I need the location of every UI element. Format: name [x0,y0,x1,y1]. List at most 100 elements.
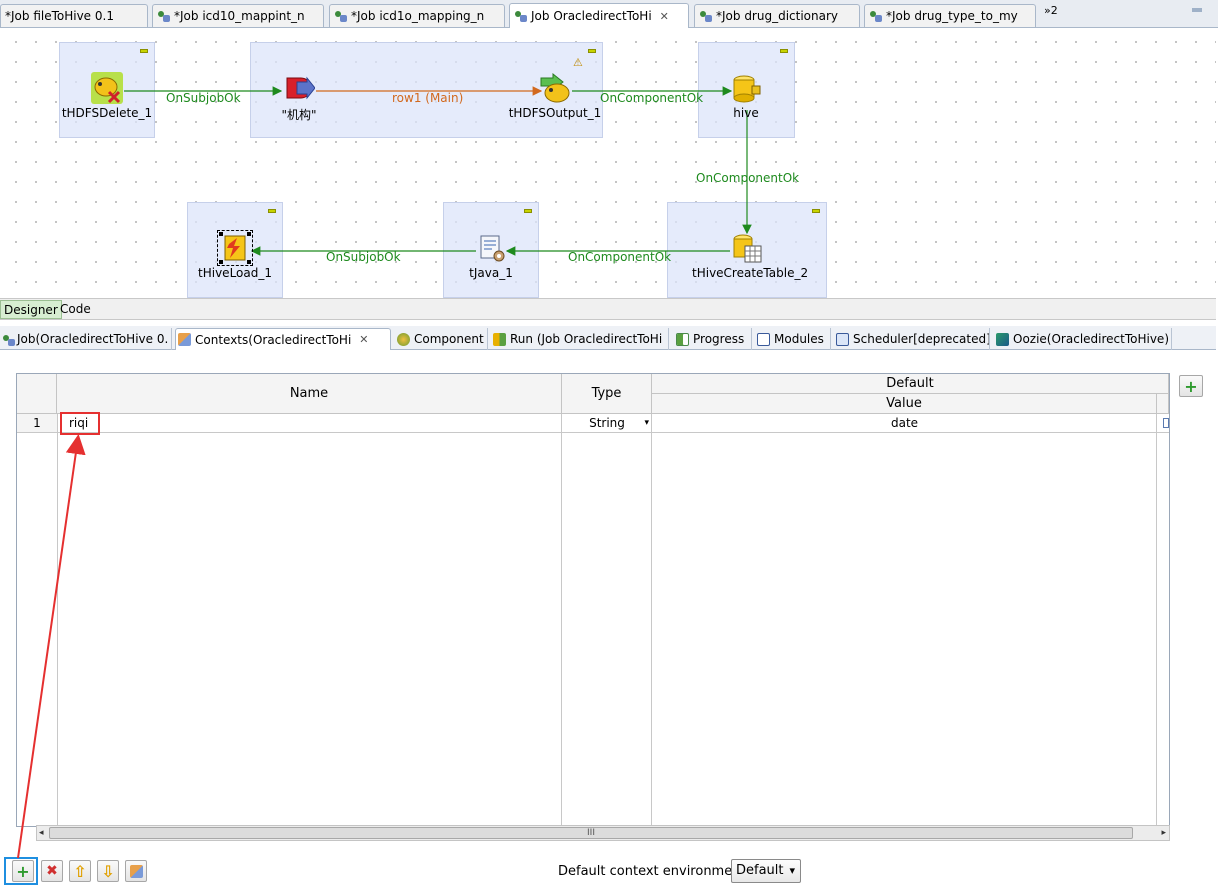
default-context-environment-label: Default context environment [558,864,746,879]
editor-tab-icd1o-mapping[interactable]: *Job icd1o_mapping_n [329,4,505,27]
move-up-button[interactable]: ⇧ [69,860,91,882]
contexts-icon [178,333,191,346]
remove-context-button[interactable]: ✖ [41,860,63,882]
component-label: tHDFSOutput_1 [508,106,602,120]
tab-job-view[interactable]: Job(OracledirectToHive 0. [0,328,172,350]
hive-create-table-icon [731,232,763,264]
tab-oozie-view[interactable]: Oozie(OracledirectToHive) [994,328,1172,350]
column-header-name[interactable]: Name [57,374,562,414]
progress-icon [676,332,689,346]
editor-tab-label: *Job drug_type_to_my [886,9,1018,23]
editor-tab-drug-type-to-my[interactable]: *Job drug_type_to_my [864,4,1036,27]
designer-canvas[interactable]: OnSubjobOk row1 (Main) OnComponentOk OnC… [0,28,1216,298]
component-label: tHDFSDelete_1 [61,106,153,120]
minimize-icon[interactable] [1192,8,1202,12]
manage-contexts-button[interactable] [125,860,147,882]
database-input-icon [283,72,316,104]
view-tab-label: Oozie(OracledirectToHive) [1013,332,1169,346]
run-icon [493,332,506,346]
editor-tab-label: *Job fileToHive 0.1 [5,9,114,23]
tab-component-view[interactable]: Component [395,328,488,350]
tab-overflow-button[interactable]: »2 [1044,4,1058,17]
job-icon [699,9,713,23]
scroll-right-icon[interactable]: ▸ [1161,828,1166,838]
horizontal-scrollbar[interactable]: ◂ III ▸ [36,825,1170,841]
designer-code-tabs: Designer Code [0,298,1216,320]
view-tab-label: Scheduler[deprecated] [853,332,990,346]
component-label: hive [733,106,759,120]
java-code-icon [475,232,507,264]
row-index: 1 [17,414,57,433]
component-thiveload[interactable]: tHiveLoad_1 [180,230,290,280]
link-label: OnComponentOk [696,171,800,185]
view-tab-bar: Job(OracledirectToHive 0. Contexts(Oracl… [0,326,1216,350]
editor-tab-oracledirecttohive[interactable]: Job OracledirectToHi ✕ [509,3,689,28]
column-header-default[interactable]: Default [652,374,1169,394]
context-value-button-cell[interactable] [1157,414,1169,433]
component-thdfsdelete[interactable]: tHDFSDelete_1 [52,72,162,120]
hadoop-output-icon [539,72,571,104]
column-header-type[interactable]: Type [562,374,652,414]
highlight-box-riqi [60,412,100,435]
component-jigou-input[interactable]: "机构" [244,72,354,123]
component-label: "机构" [281,108,317,122]
column-divider [651,414,652,826]
tab-run-view[interactable]: Run (Job OracledirectToHi [491,328,669,350]
column-divider [57,414,58,826]
chevron-down-icon[interactable]: ▾ [644,418,649,428]
context-table[interactable]: Name Type Default Value 1 riqi String ▾ … [16,373,1170,827]
component-hive[interactable]: hive [691,72,801,120]
default-context-environment-select[interactable]: Default [731,859,801,883]
job-icon [2,333,15,346]
editor-tab-label: Job OracledirectToHi [531,9,652,23]
tab-scheduler-view[interactable]: Scheduler[deprecated] [834,328,990,350]
move-down-button[interactable]: ⇩ [97,860,119,882]
warning-icon[interactable]: ⚠ [573,56,583,69]
scroll-left-icon[interactable]: ◂ [39,828,44,838]
tab-progress-view[interactable]: Progress [674,328,752,350]
component-thivecreatetable[interactable]: tHiveCreateTable_2 [692,232,809,280]
job-icon [514,9,528,23]
view-tab-label: Modules [774,332,824,346]
row-header-corner [17,374,57,414]
job-icon [869,9,883,23]
editor-tab-drug-dictionary[interactable]: *Job drug_dictionary [694,4,860,27]
context-name-cell[interactable]: riqi [57,414,562,433]
close-icon[interactable]: ✕ [660,10,669,23]
ellipsis-button-icon[interactable] [1163,418,1169,428]
add-context-group-button[interactable]: + [1179,375,1203,397]
column-divider [561,414,562,826]
link-label: OnSubjobOk [326,250,401,264]
view-tab-label: Run (Job OracledirectToHi [510,332,663,346]
component-label: tHiveCreateTable_2 [692,266,809,280]
editor-tab-icd10-mappint[interactable]: *Job icd10_mappint_n [152,4,324,27]
hive-connection-icon [730,72,762,104]
view-tab-label: Progress [693,332,745,346]
context-type-cell[interactable]: String ▾ [562,414,652,433]
tab-code[interactable]: Code [57,300,94,319]
scrollbar-thumb[interactable]: III [49,827,1133,839]
context-value-cell[interactable]: date [652,414,1157,433]
column-divider [1156,414,1157,826]
column-header-value[interactable]: Value [652,394,1157,414]
tab-modules-view[interactable]: Modules [755,328,831,350]
job-icon [334,9,348,23]
contexts-icon [129,864,143,878]
context-type-value: String [589,416,625,430]
tab-contexts-view[interactable]: Contexts(OracledirectToHi ✕ [175,328,391,350]
oozie-icon [996,332,1009,346]
link-label: OnComponentOk [568,250,672,264]
column-header-extra [1157,394,1169,414]
close-icon[interactable]: ✕ [359,333,368,346]
editor-tab-bar: *Job fileToHive 0.1 *Job icd10_mappint_n… [0,0,1218,28]
component-tjava[interactable]: tJava_1 [436,232,546,280]
hadoop-delete-icon [91,72,123,104]
editor-tab-label: *Job icd1o_mapping_n [351,9,485,23]
component-thdfsoutput[interactable]: tHDFSOutput_1 ⚠ [500,56,610,120]
highlight-box-add-button [4,857,38,885]
tab-designer[interactable]: Designer [0,300,62,319]
editor-tab-filetohive[interactable]: *Job fileToHive 0.1 [0,4,148,27]
job-icon [157,9,171,23]
link-label: OnSubjobOk [166,91,241,105]
view-tab-label: Job(OracledirectToHive 0. [17,332,169,346]
